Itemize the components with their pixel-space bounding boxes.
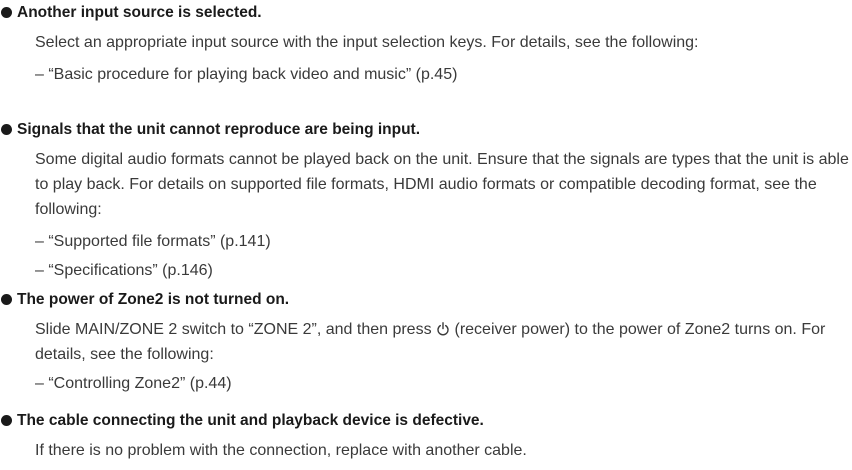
item-heading: The power of Zone2 is not turned on. [17, 291, 290, 308]
power-icon [437, 322, 449, 336]
item-description: Slide MAIN/ZONE 2 switch to “ZONE 2”, an… [35, 321, 826, 363]
troubleshooting-page: Another input source is selected. Select… [0, 0, 852, 470]
item-description: Some digital audio formats cannot be pla… [35, 151, 849, 218]
list-item-unsupported-signals: Signals that the unit cannot reproduce a… [0, 119, 852, 283]
bullet-icon [1, 124, 12, 135]
item-description: If there is no problem with the connecti… [35, 442, 527, 459]
item-heading: The cable connecting the unit and playba… [17, 412, 484, 429]
item-description: Select an appropriate input source with … [35, 34, 699, 51]
item-heading: Another input source is selected. [17, 4, 262, 21]
reference-link: – “Basic procedure for playing back vide… [35, 66, 458, 83]
bullet-icon [1, 294, 12, 305]
reference-link: – “Supported file formats” (p.141) [35, 233, 271, 250]
bullet-icon [1, 7, 12, 18]
reference-link: – “Controlling Zone2” (p.44) [35, 375, 232, 392]
item-body: If there is no problem with the connecti… [0, 438, 852, 463]
item-body: Slide MAIN/ZONE 2 switch to “ZONE 2”, an… [0, 317, 852, 396]
bullet-icon [1, 415, 12, 426]
list-item-zone2-power: The power of Zone2 is not turned on. Sli… [0, 289, 852, 396]
item-heading: Signals that the unit cannot reproduce a… [17, 121, 421, 138]
list-item-input-source: Another input source is selected. Select… [0, 2, 852, 87]
list-item-defective-cable: The cable connecting the unit and playba… [0, 410, 852, 463]
item-body: Some digital audio formats cannot be pla… [0, 147, 852, 283]
item-body: Select an appropriate input source with … [0, 30, 852, 87]
reference-link: – “Specifications” (p.146) [35, 262, 213, 279]
